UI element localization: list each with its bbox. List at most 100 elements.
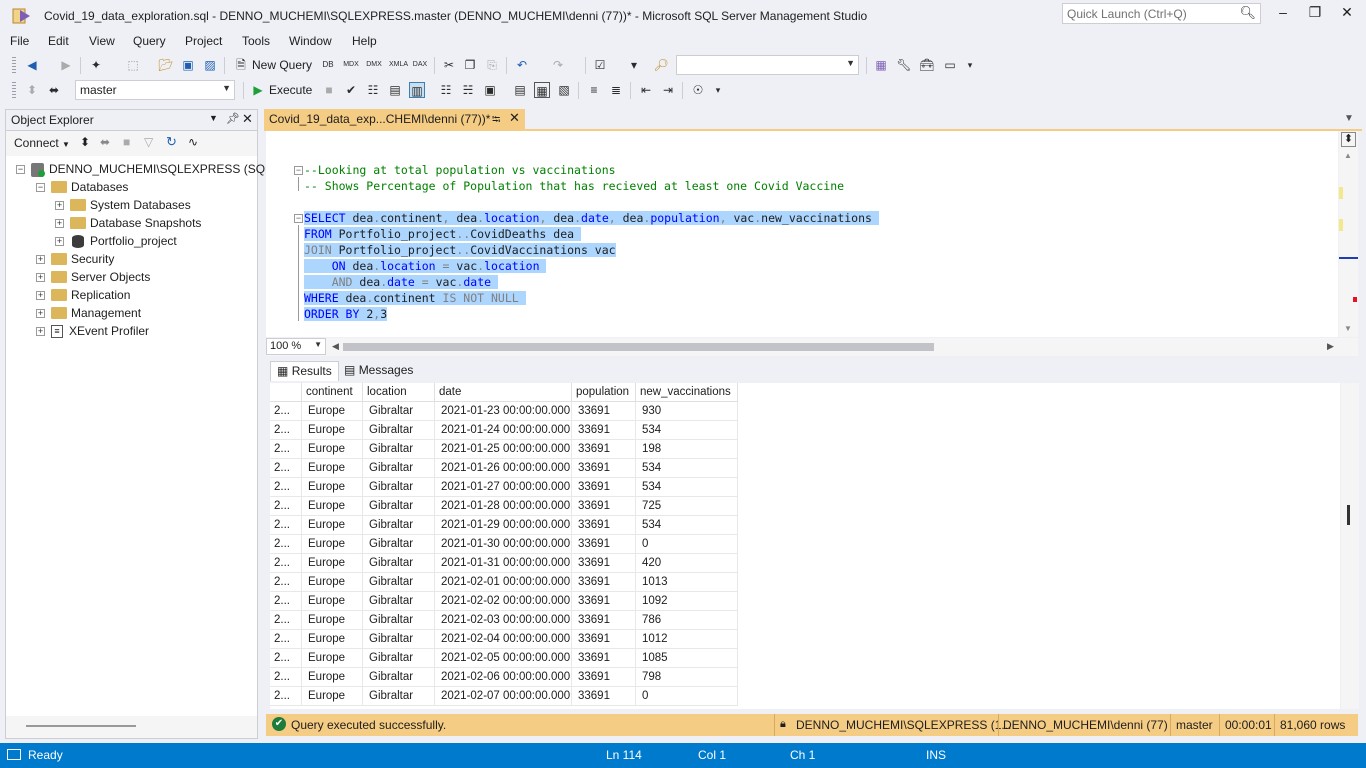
minimize-button[interactable]: –: [1270, 4, 1296, 24]
tab-results[interactable]: ▦ Results: [270, 361, 339, 381]
row-number-cell[interactable]: 2...: [270, 687, 302, 706]
column-header[interactable]: population: [572, 383, 636, 402]
grid-cell[interactable]: 33691: [572, 649, 636, 668]
grid-cell[interactable]: Europe: [302, 478, 363, 497]
xmla-query-icon[interactable]: XMLA: [389, 57, 408, 73]
query-designer-icon[interactable]: ▤: [387, 82, 403, 98]
uncomment-icon[interactable]: ≣: [608, 82, 624, 98]
menu-file[interactable]: File: [10, 34, 29, 48]
grid-cell[interactable]: 798: [636, 668, 738, 687]
grid-cell[interactable]: 2021-01-30 00:00:00.000: [435, 535, 572, 554]
grid-cell[interactable]: Gibraltar: [363, 421, 435, 440]
grid-cell[interactable]: Gibraltar: [363, 478, 435, 497]
grid-cell[interactable]: 2021-01-24 00:00:00.000: [435, 421, 572, 440]
row-number-cell[interactable]: 2...: [270, 459, 302, 478]
grid-cell[interactable]: Europe: [302, 459, 363, 478]
scroll-left-icon[interactable]: ◀: [332, 341, 339, 352]
grid-cell[interactable]: 534: [636, 459, 738, 478]
zoom-select[interactable]: 100 % ▼: [266, 338, 326, 355]
toolbar-options-icon[interactable]: ▾: [710, 82, 726, 98]
column-header[interactable]: new_vaccinations: [636, 383, 738, 402]
column-header[interactable]: date: [435, 383, 572, 402]
grid-cell[interactable]: 198: [636, 440, 738, 459]
intellisense-icon[interactable]: ☷: [438, 82, 454, 98]
grid-cell[interactable]: Gibraltar: [363, 554, 435, 573]
grid-cell[interactable]: Gibraltar: [363, 649, 435, 668]
pin-tab-icon[interactable]: ⭾: [492, 111, 500, 130]
include-plan-icon[interactable]: ☵: [460, 82, 476, 98]
tree-node-management[interactable]: + Management: [36, 304, 141, 322]
results-grid-icon[interactable]: ▦: [534, 82, 550, 98]
grid-cell[interactable]: 33691: [572, 421, 636, 440]
forward-icon[interactable]: ▶: [58, 57, 74, 73]
toolbar-options-icon[interactable]: ▾: [962, 57, 978, 73]
connect-dropdown[interactable]: Connect ▼: [14, 136, 70, 150]
row-number-cell[interactable]: 2...: [270, 535, 302, 554]
grid-cell[interactable]: Gibraltar: [363, 516, 435, 535]
grid-cell[interactable]: Europe: [302, 497, 363, 516]
new-project-icon[interactable]: ✦: [88, 57, 104, 73]
close-tab-icon[interactable]: ✕: [509, 110, 520, 126]
editor-vertical-scrollbar[interactable]: ⬍ ▲ ▼: [1339, 131, 1358, 337]
scroll-right-icon[interactable]: ▶: [1327, 341, 1334, 352]
grid-cell[interactable]: 2021-02-04 00:00:00.000: [435, 630, 572, 649]
grid-cell[interactable]: 33691: [572, 668, 636, 687]
mdx-query-icon[interactable]: MDX: [343, 57, 359, 73]
database-engine-query-icon[interactable]: DB: [320, 57, 336, 73]
find-in-files-icon[interactable]: 🔎︎: [653, 57, 669, 73]
specify-values-icon[interactable]: ☉: [690, 82, 706, 98]
quick-launch-input[interactable]: Quick Launch (Ctrl+Q) 🔍︎: [1062, 3, 1261, 24]
save-all-icon[interactable]: ▨: [202, 57, 218, 73]
save-icon[interactable]: ▣: [180, 57, 196, 73]
row-number-cell[interactable]: 2...: [270, 478, 302, 497]
grid-cell[interactable]: 2021-02-05 00:00:00.000: [435, 649, 572, 668]
new-query-button[interactable]: New Query: [252, 58, 312, 72]
results-to-text-icon[interactable]: ▤: [512, 82, 528, 98]
grid-cell[interactable]: Europe: [302, 554, 363, 573]
expand-icon[interactable]: +: [36, 309, 45, 319]
toolbox-icon[interactable]: 🧰︎: [919, 57, 935, 73]
grid-cell[interactable]: 2021-01-28 00:00:00.000: [435, 497, 572, 516]
change-connection-icon[interactable]: ⬌: [46, 82, 62, 98]
grid-cell[interactable]: Europe: [302, 630, 363, 649]
close-window-button[interactable]: ✕: [1334, 4, 1360, 24]
row-header-corner[interactable]: [270, 383, 302, 402]
solution-configurations-icon[interactable]: ▾: [626, 57, 642, 73]
row-number-cell[interactable]: 2...: [270, 592, 302, 611]
grid-cell[interactable]: Gibraltar: [363, 687, 435, 706]
tree-node-xevent-profiler[interactable]: + ≡ XEvent Profiler: [36, 322, 149, 340]
grid-cell[interactable]: 33691: [572, 687, 636, 706]
row-number-cell[interactable]: 2...: [270, 440, 302, 459]
paste-icon[interactable]: ⎘: [484, 57, 500, 73]
menu-tools[interactable]: Tools: [242, 34, 270, 48]
dax-query-icon[interactable]: DAX: [412, 57, 428, 73]
grid-cell[interactable]: Gibraltar: [363, 402, 435, 421]
grid-cell[interactable]: Europe: [302, 535, 363, 554]
grid-cell[interactable]: 1012: [636, 630, 738, 649]
live-statistics-icon[interactable]: ▣: [482, 82, 498, 98]
query-editor[interactable]: − − --Looking at total population vs vac…: [266, 131, 1338, 337]
expand-icon[interactable]: +: [55, 219, 64, 229]
disconnect-icon[interactable]: ⬌: [100, 135, 110, 149]
stop-icon[interactable]: ■: [321, 82, 337, 98]
grid-cell[interactable]: Gibraltar: [363, 592, 435, 611]
grid-cell[interactable]: 0: [636, 535, 738, 554]
parse-icon[interactable]: ✔: [343, 82, 359, 98]
grid-cell[interactable]: 33691: [572, 516, 636, 535]
back-icon[interactable]: ◀: [24, 57, 40, 73]
grid-cell[interactable]: 2021-01-25 00:00:00.000: [435, 440, 572, 459]
horizontal-scroll-thumb[interactable]: [343, 343, 934, 351]
results-vertical-scrollbar[interactable]: [1341, 383, 1359, 709]
tree-node-replication[interactable]: + Replication: [36, 286, 130, 304]
row-number-cell[interactable]: 2...: [270, 630, 302, 649]
grid-cell[interactable]: 786: [636, 611, 738, 630]
expand-icon[interactable]: +: [55, 237, 64, 247]
tree-node-databases[interactable]: − Databases: [36, 178, 128, 196]
grid-cell[interactable]: 0: [636, 687, 738, 706]
tree-node-system-databases[interactable]: + System Databases: [55, 196, 191, 214]
grid-cell[interactable]: 33691: [572, 497, 636, 516]
grid-cell[interactable]: 2021-01-23 00:00:00.000: [435, 402, 572, 421]
scroll-thumb[interactable]: [1347, 505, 1350, 525]
cut-icon[interactable]: ✂: [441, 57, 457, 73]
grid-cell[interactable]: 1085: [636, 649, 738, 668]
